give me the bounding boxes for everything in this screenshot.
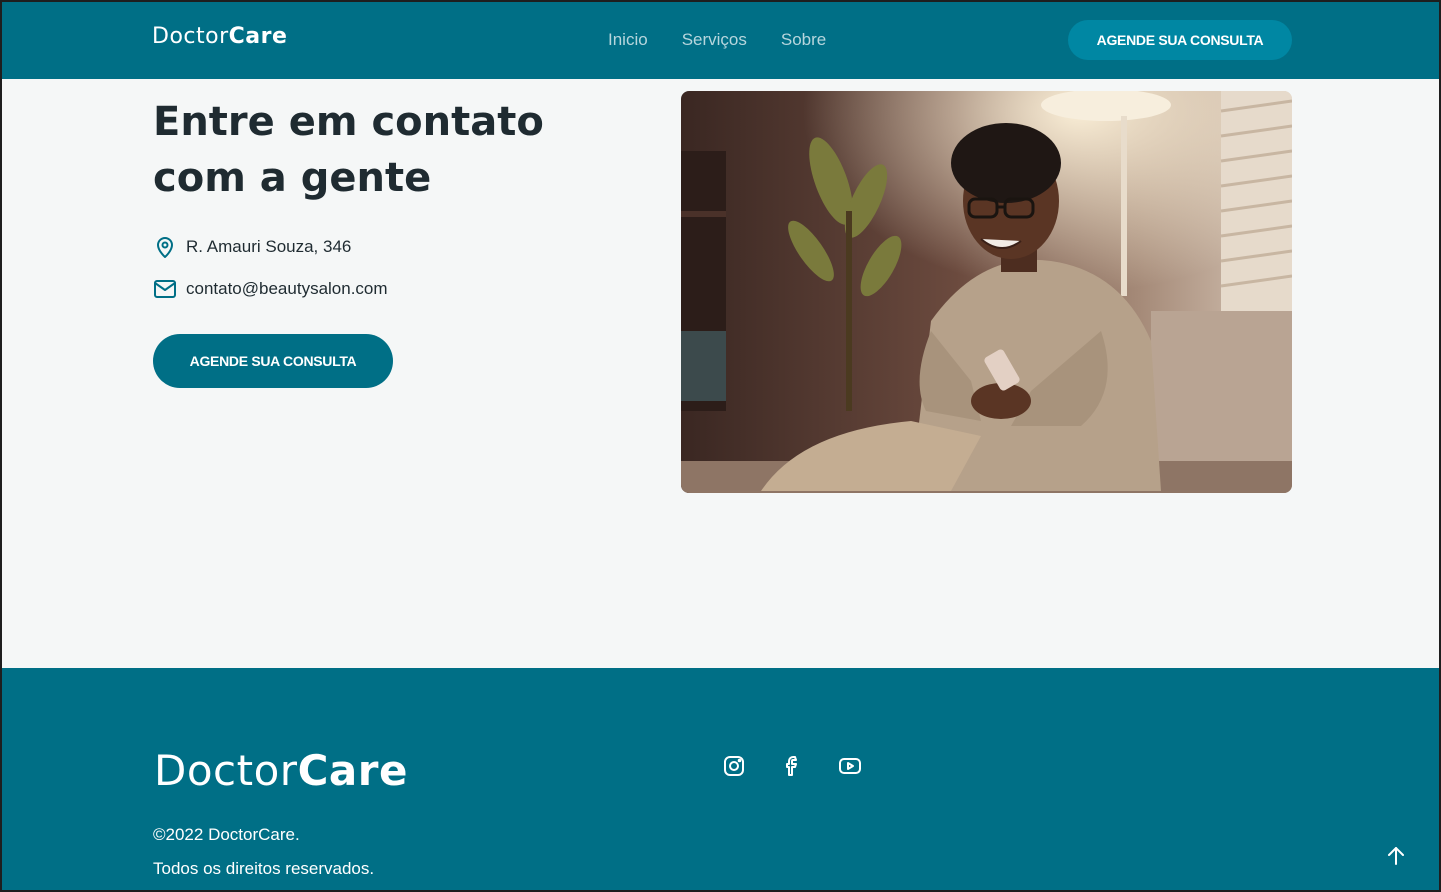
logo-regular: Doctor (152, 24, 229, 49)
site-header: DoctorCare Inicio Serviços Sobre AGENDE … (2, 2, 1439, 79)
email-text[interactable]: contato@beautysalon.com (186, 279, 388, 299)
nav-item-sobre[interactable]: Sobre (781, 30, 826, 50)
instagram-icon[interactable] (722, 754, 746, 778)
mail-icon (153, 277, 177, 301)
site-footer: DoctorCare ©2022 DoctorCare. Todos os di… (2, 668, 1439, 890)
address-row: R. Amauri Souza, 346 (153, 235, 351, 259)
copyright-text: ©2022 DoctorCare. (153, 825, 300, 844)
contact-heading: Entre em contato com a gente (153, 99, 544, 201)
header-logo[interactable]: DoctorCare (152, 24, 287, 49)
logo-bold: Care (228, 24, 288, 49)
address-text: R. Amauri Souza, 346 (186, 237, 352, 256)
nav-item-inicio[interactable]: Inicio (608, 30, 648, 50)
rights-text: Todos os direitos reservados. (153, 859, 375, 878)
footer-logo-regular: Doctor (154, 746, 298, 795)
map-pin-icon (153, 235, 177, 259)
social-links (722, 754, 862, 778)
email-row: contato@beautysalon.com (153, 277, 388, 301)
facebook-icon[interactable] (780, 754, 804, 778)
header-schedule-button[interactable]: AGENDE SUA CONSULTA (1068, 20, 1292, 60)
contact-schedule-button[interactable]: AGENDE SUA CONSULTA (153, 334, 393, 388)
footer-logo[interactable]: DoctorCare (154, 746, 408, 795)
arrow-up-icon[interactable] (1384, 844, 1408, 868)
footer-logo-bold: Care (297, 746, 408, 795)
nav-item-servicos[interactable]: Serviços (682, 30, 747, 50)
youtube-icon[interactable] (838, 754, 862, 778)
main-nav: Inicio Serviços Sobre (608, 30, 826, 50)
contact-photo (681, 91, 1292, 493)
